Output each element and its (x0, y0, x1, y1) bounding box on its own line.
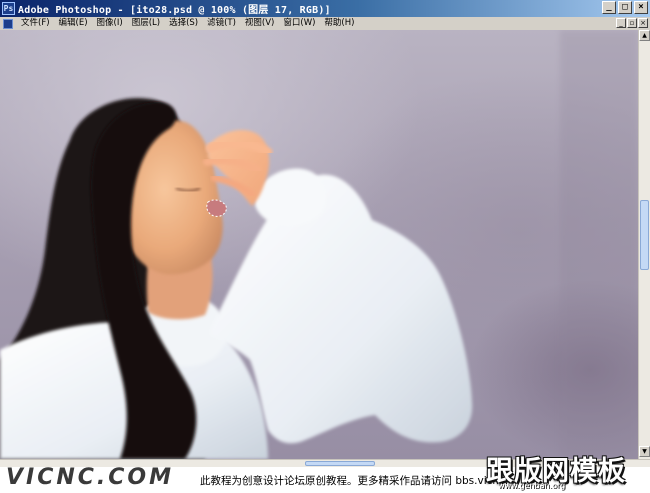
menu-edit[interactable]: 编辑(E) (55, 17, 93, 30)
document-canvas[interactable] (0, 30, 638, 459)
watermark-logo-url: www.genban.org (498, 481, 566, 490)
menu-file[interactable]: 文件(F) (17, 17, 55, 30)
menu-image[interactable]: 图像(I) (93, 17, 128, 30)
watermark-caption: 此教程为创意设计论坛原创教程。更多精采作品请访问 bbs.vicnc.com (200, 475, 531, 487)
title-bar: Ps Adobe Photoshop - [ito28.psd @ 100% (… (0, 0, 650, 17)
document-icon[interactable] (3, 18, 13, 29)
window-title: Adobe Photoshop - [ito28.psd @ 100% (图层 … (18, 5, 331, 16)
menu-select[interactable]: 选择(S) (165, 17, 203, 30)
menu-bar: 文件(F) 编辑(E) 图像(I) 图层(L) 选择(S) 滤镜(T) 视图(V… (0, 17, 650, 30)
doc-minimize-icon[interactable]: _ (616, 18, 626, 28)
scroll-up-icon[interactable]: ▲ (639, 30, 650, 41)
menu-filter[interactable]: 滤镜(T) (203, 17, 241, 30)
watermark-site: VICNC.COM (6, 467, 175, 490)
horizontal-scroll-thumb[interactable] (305, 461, 375, 466)
vertical-scrollbar[interactable]: ▲ ▼ (638, 30, 650, 459)
maximize-icon[interactable]: □ (618, 1, 632, 14)
menu-help[interactable]: 帮助(H) (320, 17, 359, 30)
photoshop-app-icon[interactable]: Ps (2, 2, 15, 15)
vignette-right (560, 30, 638, 459)
scroll-down-icon[interactable]: ▼ (639, 446, 650, 457)
vertical-scroll-thumb[interactable] (640, 200, 649, 270)
menu-layer[interactable]: 图层(L) (128, 17, 165, 30)
menu-view[interactable]: 视图(V) (241, 17, 279, 30)
minimize-icon[interactable]: _ (602, 1, 616, 14)
window-controls: _ □ × (602, 1, 648, 14)
document-window-controls: _ ▫ × (616, 18, 648, 28)
close-icon[interactable]: × (634, 1, 648, 14)
doc-restore-icon[interactable]: ▫ (627, 18, 637, 28)
doc-close-icon[interactable]: × (638, 18, 648, 28)
painting-artwork (0, 30, 638, 459)
menu-window[interactable]: 窗口(W) (279, 17, 320, 30)
